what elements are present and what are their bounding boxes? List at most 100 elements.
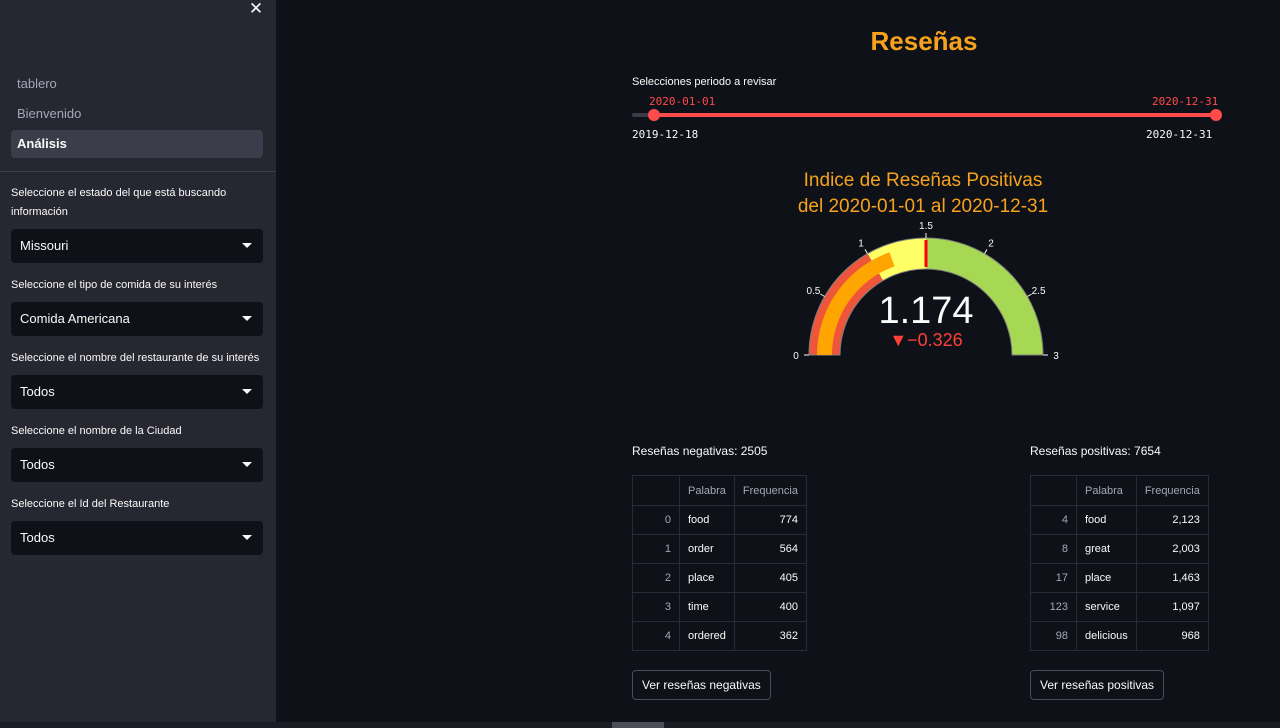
- column-header[interactable]: Palabra: [679, 475, 735, 506]
- restaurante-select-value: Todos: [20, 384, 55, 399]
- restaurante-label: Seleccione el nombre del restaurante de …: [11, 352, 260, 364]
- frecuencia-cell: 968: [1135, 621, 1209, 651]
- palabra-cell: delicious: [1076, 621, 1137, 651]
- table-header-row: Palabra Frequencia: [1030, 475, 1209, 506]
- id-restaurante-select-value: Todos: [20, 530, 55, 545]
- table-row: 0 food 774: [632, 505, 807, 535]
- frecuencia-cell: 1,463: [1135, 563, 1209, 593]
- gauge-value: 1.174: [878, 290, 974, 332]
- frecuencia-cell: 405: [733, 563, 807, 593]
- negativas-table: Palabra Frequencia 0 food 774 1 order 564 2p…: [632, 475, 807, 651]
- row-index: 98: [1030, 621, 1077, 651]
- column-header[interactable]: Frequencia: [733, 475, 807, 506]
- gauge-tick-label: 2.5: [1032, 286, 1046, 297]
- chevron-down-icon: [242, 243, 252, 248]
- estado-select-value: Missouri: [20, 238, 69, 253]
- id-restaurante-label: Seleccione el Id del Restaurante: [11, 498, 170, 510]
- frecuencia-cell: 1,097: [1135, 592, 1209, 622]
- palabra-cell: service: [1076, 592, 1137, 622]
- positivas-heading: Reseñas positivas: 7654: [1030, 444, 1161, 458]
- frecuencia-cell: 400: [733, 592, 807, 622]
- table-header-row: Palabra Frequencia: [632, 475, 807, 506]
- column-header[interactable]: [632, 475, 680, 506]
- gauge-tick-label: 1.5: [919, 221, 933, 232]
- ciudad-select[interactable]: Todos: [11, 448, 263, 482]
- gauge-tick-label: 0: [793, 351, 799, 362]
- sidebar-nav: tablero Bienvenido Análisis: [11, 70, 263, 160]
- sidebar: ✕ tablero Bienvenido Análisis Seleccione…: [0, 0, 276, 728]
- palabra-cell: place: [679, 563, 735, 593]
- ver-resenas-positivas-button[interactable]: Ver reseñas positivas: [1030, 670, 1165, 700]
- nav-item-analisis[interactable]: Análisis: [11, 130, 263, 158]
- comida-select[interactable]: Comida Americana: [11, 302, 263, 336]
- estado-select[interactable]: Missouri: [11, 229, 263, 263]
- row-index: 8: [1030, 534, 1077, 564]
- column-header[interactable]: Palabra: [1076, 475, 1137, 506]
- sidebar-divider: [0, 171, 276, 172]
- table-row: 1 order 564: [632, 534, 807, 564]
- ciudad-label: Seleccione el nombre de la Ciudad: [11, 425, 182, 437]
- table-row: 4 ordered 362: [632, 621, 807, 651]
- palabra-cell: food: [1076, 505, 1137, 535]
- comida-label: Seleccione el tipo de comida de su inter…: [11, 279, 218, 291]
- frecuencia-cell: 2,003: [1135, 534, 1209, 564]
- ver-resenas-negativas-button[interactable]: Ver reseñas negativas: [632, 670, 771, 700]
- gauge-tick: [984, 249, 988, 254]
- gauge-tick: [820, 293, 825, 297]
- gauge-title: Indice de Reseñas Positivas del 2020-01-…: [740, 168, 1106, 220]
- gauge-title-line1: Indice de Reseñas Positivas: [803, 170, 1043, 191]
- slider-max-label: 2020-12-31: [1146, 128, 1213, 141]
- row-index: 2: [632, 563, 680, 593]
- table-row: 17 place 1,463: [1030, 563, 1209, 593]
- slider-end-value: 2020-12-31: [1152, 95, 1219, 108]
- table-row: 98 delicious 968: [1030, 621, 1209, 651]
- horizontal-scrollbar-thumb[interactable]: [612, 722, 664, 728]
- frecuencia-cell: 2,123: [1135, 505, 1209, 535]
- close-icon[interactable]: ✕: [247, 0, 265, 18]
- slider-min-label: 2019-12-18: [632, 128, 699, 141]
- date-slider-label: Selecciones periodo a revisar: [632, 76, 777, 88]
- palabra-cell: great: [1076, 534, 1137, 564]
- table-row: 2 place 405: [632, 563, 807, 593]
- row-index: 123: [1030, 592, 1077, 622]
- column-header[interactable]: Frequencia: [1135, 475, 1209, 506]
- table-row: 123 service 1,097: [1030, 592, 1209, 622]
- estado-label: Seleccione el estado del que está buscan…: [11, 187, 227, 218]
- id-restaurante-select[interactable]: Todos: [11, 521, 263, 555]
- comida-select-value: Comida Americana: [20, 311, 130, 326]
- table-row: 3 time 400: [632, 592, 807, 622]
- slider-start-value: 2020-01-01: [649, 95, 716, 108]
- chevron-down-icon: [242, 535, 252, 540]
- gauge-delta: ▼−0.326: [889, 330, 963, 350]
- slider-start-handle[interactable]: [648, 109, 660, 121]
- gauge-tick-label: 3: [1053, 351, 1059, 362]
- palabra-cell: ordered: [679, 621, 735, 651]
- slider-track-fill: [654, 113, 1216, 117]
- row-index: 4: [632, 621, 680, 651]
- row-index: 4: [1030, 505, 1077, 535]
- frecuencia-cell: 564: [733, 534, 807, 564]
- page-title: Reseñas: [870, 26, 978, 56]
- table-row: 8 great 2,003: [1030, 534, 1209, 564]
- column-header[interactable]: [1030, 475, 1077, 506]
- restaurante-select[interactable]: Todos: [11, 375, 263, 409]
- chevron-down-icon: [242, 462, 252, 467]
- negativas-heading: Reseñas negativas: 2505: [632, 444, 768, 458]
- frecuencia-cell: 362: [733, 621, 807, 651]
- row-index: 17: [1030, 563, 1077, 593]
- slider-end-handle[interactable]: [1210, 109, 1222, 121]
- table-row: 4 food 2,123: [1030, 505, 1209, 535]
- palabra-cell: food: [679, 505, 735, 535]
- gauge-tick-label: 1: [858, 238, 864, 249]
- nav-item-bienvenido[interactable]: Bienvenido: [11, 100, 263, 128]
- chevron-down-icon: [242, 389, 252, 394]
- nav-item-tablero[interactable]: tablero: [11, 70, 263, 98]
- positivas-table: Palabra Frequencia 4 food 2,123 8 great 2,00…: [1030, 475, 1209, 651]
- gauge-tick-label: 2: [988, 238, 994, 249]
- palabra-cell: order: [679, 534, 735, 564]
- palabra-cell: place: [1076, 563, 1137, 593]
- gauge-tick-label: 0.5: [806, 286, 820, 297]
- row-index: 3: [632, 592, 680, 622]
- frecuencia-cell: 774: [733, 505, 807, 535]
- ciudad-select-value: Todos: [20, 457, 55, 472]
